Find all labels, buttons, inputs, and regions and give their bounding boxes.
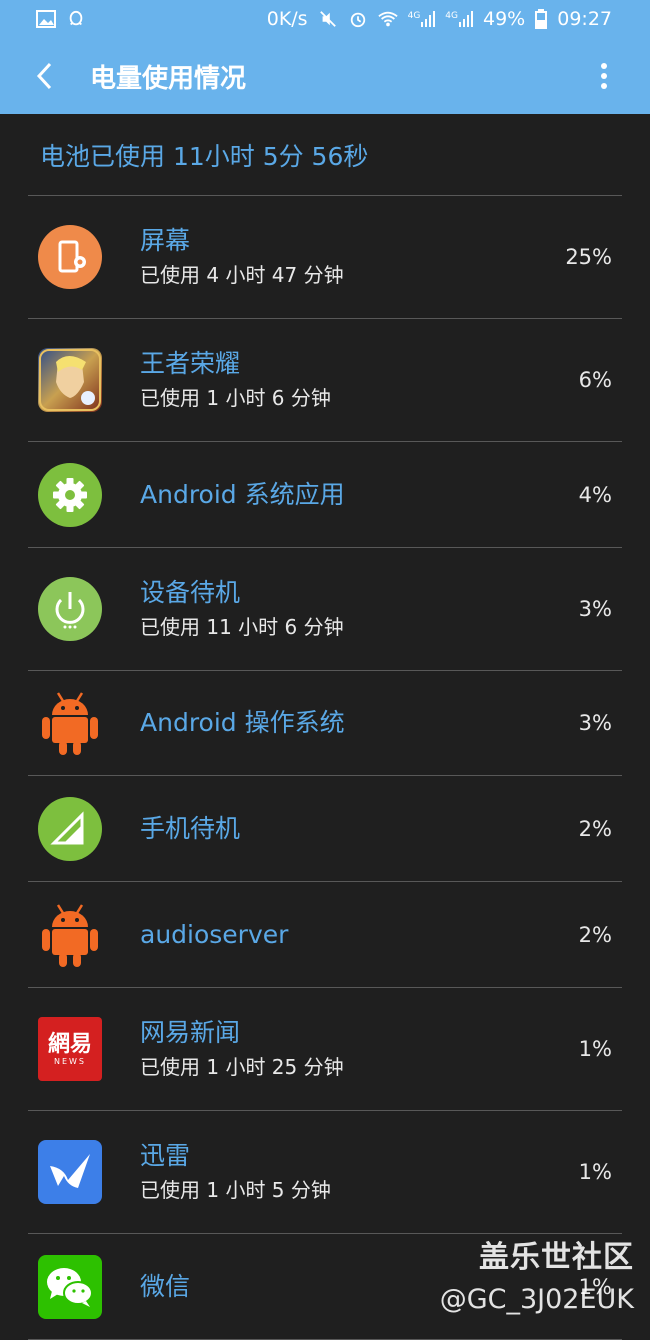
item-percent: 2%: [578, 816, 612, 841]
gallery-notification-icon: [36, 10, 56, 28]
item-name: 屏幕: [140, 226, 191, 255]
item-percent: 1%: [578, 1037, 612, 1061]
battery-percent: 49%: [483, 8, 526, 30]
watermark-title: 盖乐世社区: [479, 1240, 634, 1275]
signal-1-bars-icon: [421, 11, 436, 27]
battery-usage-list: 屏幕 已使用 4 小时 47 分钟 25% 王者荣耀 已使用 1 小时 6 分钟: [0, 195, 650, 1340]
android-system-gear-icon: [38, 462, 102, 527]
cell-signal-icon: [38, 796, 102, 861]
wifi-icon: [377, 11, 398, 27]
signal-2: 4G: [445, 11, 473, 27]
item-percent: 3%: [578, 597, 612, 621]
item-name: 王者荣耀: [140, 349, 241, 378]
battery-usage-summary: 电池已使用 11小时 5分 56秒: [40, 142, 369, 171]
item-name: audioserver: [140, 919, 289, 949]
netease-logo-subtext: NEWS: [53, 1056, 87, 1066]
item-name: 手机待机: [140, 813, 241, 843]
xunlei-icon: [38, 1140, 102, 1204]
back-button[interactable]: [16, 48, 72, 104]
item-name: Android 系统应用: [140, 479, 345, 509]
list-item-audioserver[interactable]: audioserver 2%: [0, 882, 650, 987]
netease-news-icon: 網易 NEWS: [38, 1017, 102, 1081]
item-usage-time: 已使用 1 小时 5 分钟: [140, 1178, 331, 1202]
page-title: 电量使用情况: [90, 63, 247, 94]
item-percent: 2%: [578, 922, 612, 947]
list-item-android-system-apps[interactable]: Android 系统应用 4%: [0, 442, 650, 547]
signal-1-label: 4G: [407, 11, 421, 21]
item-name: Android 操作系统: [140, 708, 345, 737]
list-item-device-standby[interactable]: 设备待机 已使用 11 小时 6 分钟 3%: [0, 548, 650, 670]
list-item-honor-of-kings[interactable]: 王者荣耀 已使用 1 小时 6 分钟 6%: [0, 319, 650, 441]
alarm-icon: [350, 12, 365, 28]
netease-logo-text: 網易: [47, 1031, 92, 1057]
item-percent: 3%: [578, 711, 612, 735]
item-percent: 1%: [578, 1160, 612, 1184]
watermark-handle: @GC_3J02EUK: [439, 1284, 634, 1315]
qq-notification-icon: [69, 10, 83, 26]
item-percent: 4%: [578, 482, 612, 507]
network-speed: 0K/s: [266, 8, 308, 30]
screen-icon: [38, 225, 102, 289]
item-name: 设备待机: [140, 578, 241, 607]
item-usage-time: 已使用 4 小时 47 分钟: [140, 263, 344, 287]
more-vert-icon: [601, 63, 607, 89]
item-name: 微信: [140, 1271, 191, 1301]
list-item-phone-standby[interactable]: 手机待机 2%: [0, 776, 650, 881]
watermark: 盖乐世社区 @GC_3J02EUK: [440, 1232, 634, 1315]
battery-icon: [535, 9, 548, 29]
signal-2-label: 4G: [445, 11, 458, 21]
item-percent: 25%: [565, 245, 612, 269]
honor-of-kings-icon: [38, 348, 102, 412]
item-usage-time: 已使用 11 小时 6 分钟: [140, 615, 344, 639]
back-arrow-icon: [36, 62, 52, 90]
clock: 09:27: [557, 8, 612, 30]
list-item-screen[interactable]: 屏幕 已使用 4 小时 47 分钟 25%: [0, 196, 650, 318]
signal-2-bars-icon: [459, 11, 473, 27]
mute-icon: [319, 11, 336, 27]
item-percent: 6%: [578, 368, 612, 392]
more-options-button[interactable]: [582, 48, 626, 104]
list-item-netease-news[interactable]: 網易 NEWS 网易新闻 已使用 1 小时 25 分钟 1%: [0, 988, 650, 1110]
list-item-android-os[interactable]: Android 操作系统 3%: [0, 671, 650, 775]
app-bar: 电量使用情况: [0, 38, 650, 114]
list-item-xunlei[interactable]: 迅雷 已使用 1 小时 5 分钟 1%: [0, 1111, 650, 1233]
item-usage-time: 已使用 1 小时 6 分钟: [140, 386, 331, 410]
item-name: 网易新闻: [140, 1018, 241, 1047]
item-name: 迅雷: [140, 1141, 191, 1170]
device-standby-icon: [38, 577, 102, 641]
item-usage-time: 已使用 1 小时 25 分钟: [140, 1055, 344, 1079]
android-robot-icon: [42, 692, 98, 755]
wechat-icon: [38, 1254, 102, 1319]
signal-1: 4G: [408, 11, 436, 27]
status-bar: 0K/s 4G 4G 49% 09:27: [0, 0, 650, 38]
android-robot-icon: [42, 903, 98, 967]
